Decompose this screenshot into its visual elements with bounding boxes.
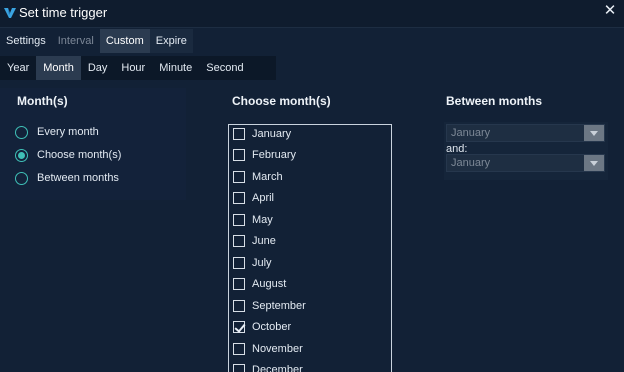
checkbox[interactable] xyxy=(233,343,245,355)
between-months-panel-title: Between months xyxy=(446,94,542,108)
secondary-tab-bar: Year Month Day Hour Minute Second xyxy=(0,56,251,80)
month-item-december[interactable]: December xyxy=(233,362,303,372)
checkbox[interactable] xyxy=(233,214,245,226)
month-checklist[interactable]: January February March April May June Ju… xyxy=(228,124,392,372)
app-logo-icon xyxy=(4,8,16,18)
radio-every-month[interactable]: Every month xyxy=(15,124,99,140)
checkbox[interactable] xyxy=(233,149,245,161)
month-label: April xyxy=(252,192,275,204)
checkbox[interactable] xyxy=(233,192,245,204)
month-item-june[interactable]: June xyxy=(233,233,276,249)
month-label: August xyxy=(252,278,287,290)
month-label: September xyxy=(252,300,306,312)
month-label: July xyxy=(252,257,272,269)
month-item-january[interactable]: January xyxy=(233,126,291,142)
month-item-may[interactable]: May xyxy=(233,212,273,228)
primary-tab-bar: Settings Interval Custom Expire xyxy=(0,29,193,53)
tab-settings[interactable]: Settings xyxy=(0,29,52,53)
to-month-select[interactable]: January xyxy=(446,154,605,172)
chevron-down-icon[interactable] xyxy=(584,125,604,141)
checkbox[interactable] xyxy=(233,300,245,312)
choose-months-heading: Choose month(s) xyxy=(232,94,331,108)
tab-expire[interactable]: Expire xyxy=(149,29,193,53)
month-item-july[interactable]: July xyxy=(233,255,272,271)
month-label: November xyxy=(252,343,303,355)
radio-between-months[interactable]: Between months xyxy=(15,170,119,186)
month-label: February xyxy=(252,149,297,161)
tab-day[interactable]: Day xyxy=(81,56,115,80)
month-item-october[interactable]: October xyxy=(233,319,291,335)
to-month-value: January xyxy=(451,157,491,169)
from-month-select[interactable]: January xyxy=(446,124,605,142)
tab-month[interactable]: Month xyxy=(36,56,81,80)
radio-label: Every month xyxy=(37,126,99,138)
month-item-april[interactable]: April xyxy=(233,190,274,206)
window-title: Set time trigger xyxy=(19,5,108,20)
months-panel-heading: Month(s) xyxy=(17,94,68,108)
month-label: January xyxy=(252,128,292,140)
radio-label: Choose month(s) xyxy=(37,149,122,161)
chevron-down-icon[interactable] xyxy=(584,155,604,171)
tab-interval[interactable]: Interval xyxy=(52,29,100,53)
checkbox[interactable] xyxy=(233,128,245,140)
month-item-september[interactable]: September xyxy=(233,298,306,314)
radio-button[interactable] xyxy=(15,148,28,162)
radio-choose-months[interactable]: Choose month(s) xyxy=(15,147,121,163)
checkbox[interactable] xyxy=(233,235,245,247)
between-months-heading: Between months xyxy=(446,94,543,108)
month-label: June xyxy=(252,235,276,247)
month-label: December xyxy=(252,364,303,372)
tab-hour[interactable]: Hour xyxy=(114,56,152,80)
tab-custom[interactable]: Custom xyxy=(99,29,150,53)
checkbox[interactable] xyxy=(233,257,245,269)
tab-second[interactable]: Second xyxy=(199,56,250,80)
months-panel-title: Month(s) xyxy=(17,94,68,108)
checkbox[interactable] xyxy=(233,321,245,333)
month-label: March xyxy=(252,171,283,183)
tab-year[interactable]: Year xyxy=(0,56,36,80)
month-label: May xyxy=(252,214,273,226)
radio-label: Between months xyxy=(37,172,119,184)
tab-minute[interactable]: Minute xyxy=(152,56,199,80)
from-month-value: January xyxy=(451,127,491,139)
radio-button[interactable] xyxy=(15,125,28,139)
month-label: October xyxy=(252,321,292,333)
choose-months-panel-title: Choose month(s) xyxy=(232,94,331,108)
month-item-november[interactable]: November xyxy=(233,341,303,357)
checkbox[interactable] xyxy=(233,171,245,183)
checkbox[interactable] xyxy=(233,364,245,372)
radio-button[interactable] xyxy=(15,171,28,185)
month-item-february[interactable]: February xyxy=(233,147,296,163)
title-bar: Set time trigger ✕ xyxy=(0,0,624,28)
checkbox[interactable] xyxy=(233,278,245,290)
close-icon[interactable]: ✕ xyxy=(603,3,617,18)
month-item-march[interactable]: March xyxy=(233,169,283,185)
month-item-august[interactable]: August xyxy=(233,276,286,292)
